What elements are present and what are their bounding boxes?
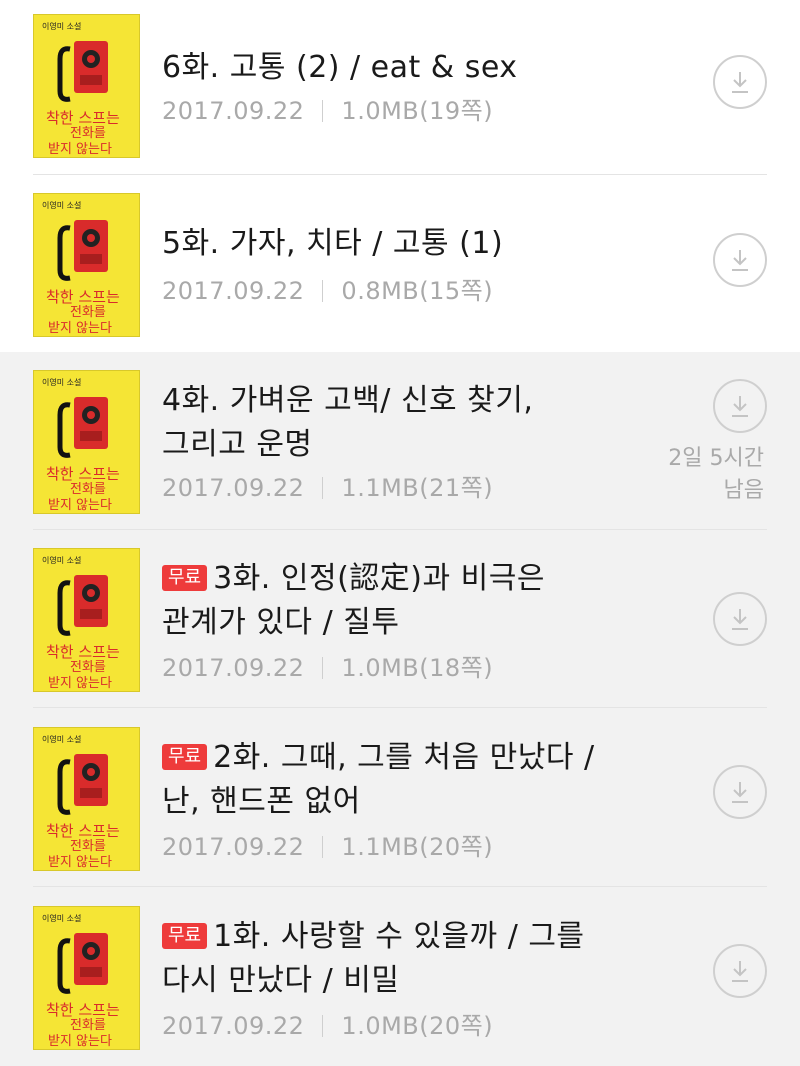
episode-title-text: 관계가 있다 / 질투 [162, 605, 400, 640]
cover-title: 전화를 [70, 1018, 106, 1033]
free-badge: 무료 [162, 565, 208, 591]
episode-meta: 2017.09.22 1.1MB(21쪽) [162, 473, 493, 503]
cover-title: 전화를 [70, 305, 106, 320]
download-button[interactable] [713, 379, 767, 433]
cover-thumbnail: 이영미 소설 착한 스프는 전화를 받지 않는다 [33, 14, 140, 158]
cover-author: 이영미 소설 [42, 734, 81, 744]
download-icon [732, 961, 748, 982]
cover-title: 전화를 [70, 482, 106, 497]
divider [322, 1015, 324, 1037]
episode-list: 이영미 소설 착한 스프는 전화를 받지 않는다 6화. 고통 (2) / ea… [0, 0, 800, 1066]
cover-title: 착한 스프는 [46, 109, 120, 127]
divider [322, 280, 324, 302]
episode-date: 2017.09.22 [162, 833, 305, 861]
cover-thumbnail: 이영미 소설 착한 스프는 전화를 받지 않는다 [33, 370, 140, 514]
episode-meta: 2017.09.22 1.0MB(19쪽) [162, 96, 493, 126]
download-button[interactable] [713, 592, 767, 646]
episode-size: 0.8MB(15쪽) [341, 277, 494, 305]
cover-author: 이영미 소설 [42, 377, 81, 387]
time-remaining: 2일 5시간 남음 [644, 443, 764, 507]
episode-title-text: 4화. 가벼운 고백/ 신호 찾기, [162, 383, 534, 418]
episode-title-text: 그리고 운명 [162, 427, 313, 462]
episode-title: 4화. 가벼운 고백/ 신호 찾기, 그리고 운명 [162, 379, 632, 467]
episode-title-text: 1화. 사랑할 수 있을까 / 그를 [213, 919, 585, 954]
episode-row[interactable]: 이영미 소설 착한 스프는 전화를 받지 않는다 무료 2화. 그때, 그를 처음… [0, 708, 800, 887]
episode-title-text: 5화. 가자, 치타 / 고통 (1) [162, 226, 504, 261]
episode-title: 무료 2화. 그때, 그를 처음 만났다 / 난, 핸드폰 없어 [162, 736, 632, 824]
cover-thumbnail: 이영미 소설 착한 스프는 전화를 받지 않는다 [33, 906, 140, 1050]
divider [322, 836, 324, 858]
cover-thumbnail: 이영미 소설 착한 스프는 전화를 받지 않는다 [33, 193, 140, 337]
episode-date: 2017.09.22 [162, 1012, 305, 1040]
cover-title: 전화를 [70, 839, 106, 854]
cover-title: 받지 않는다 [48, 676, 112, 691]
cover-thumbnail: 이영미 소설 착한 스프는 전화를 받지 않는다 [33, 727, 140, 871]
cover-title: 전화를 [70, 126, 106, 141]
episode-row[interactable]: 이영미 소설 착한 스프는 전화를 받지 않는다 6화. 고통 (2) / ea… [0, 0, 800, 175]
download-icon [732, 396, 748, 417]
episode-row[interactable]: 이영미 소설 착한 스프는 전화를 받지 않는다 5화. 가자, 치타 / 고통… [0, 175, 800, 352]
cover-author: 이영미 소설 [42, 21, 81, 31]
episode-title-text: 3화. 인정(認定)과 비극은 [213, 561, 545, 596]
episode-row[interactable]: 이영미 소설 착한 스프는 전화를 받지 않는다 무료 1화. 사랑할 수 있을까… [0, 887, 800, 1066]
cover-title: 받지 않는다 [48, 142, 112, 157]
cover-title: 받지 않는다 [48, 498, 112, 513]
cover-title: 받지 않는다 [48, 855, 112, 870]
episode-title: 무료 1화. 사랑할 수 있을까 / 그를 다시 만났다 / 비밀 [162, 915, 632, 1003]
episode-meta: 2017.09.22 1.0MB(18쪽) [162, 653, 493, 683]
time-remaining-text: 2일 5시간 [668, 446, 764, 471]
episode-row[interactable]: 이영미 소설 착한 스프는 전화를 받지 않는다 무료 3화. 인정(認定)과 비… [0, 530, 800, 708]
episode-row[interactable]: 이영미 소설 착한 스프는 전화를 받지 않는다 4화. 가벼운 고백/ 신호 … [0, 352, 800, 530]
free-badge: 무료 [162, 923, 208, 949]
episode-date: 2017.09.22 [162, 277, 305, 305]
time-remaining-text: 남음 [723, 478, 764, 503]
episode-title-text: 2화. 그때, 그를 처음 만났다 / [213, 740, 595, 775]
divider [322, 657, 324, 679]
episode-title-text: 난, 핸드폰 없어 [162, 784, 361, 819]
cover-thumbnail: 이영미 소설 착한 스프는 전화를 받지 않는다 [33, 548, 140, 692]
cover-author: 이영미 소설 [42, 555, 81, 565]
download-button[interactable] [713, 55, 767, 109]
cover-title: 받지 않는다 [48, 321, 112, 336]
episode-title: 5화. 가자, 치타 / 고통 (1) [162, 222, 632, 266]
cover-title: 받지 않는다 [48, 1034, 112, 1049]
cover-title: 전화를 [70, 660, 106, 675]
cover-title: 착한 스프는 [46, 288, 120, 306]
download-button[interactable] [713, 944, 767, 998]
cover-title: 착한 스프는 [46, 643, 120, 661]
divider [322, 477, 324, 499]
episode-size: 1.0MB(19쪽) [341, 97, 494, 125]
episode-size: 1.1MB(21쪽) [341, 474, 494, 502]
episode-title-text: 6화. 고통 (2) / eat & sex [162, 50, 518, 85]
download-icon [732, 609, 748, 630]
episode-size: 1.0MB(20쪽) [341, 1012, 494, 1040]
download-button[interactable] [713, 233, 767, 287]
download-button[interactable] [713, 765, 767, 819]
episode-date: 2017.09.22 [162, 97, 305, 125]
episode-size: 1.1MB(20쪽) [341, 833, 494, 861]
episode-meta: 2017.09.22 1.1MB(20쪽) [162, 832, 493, 862]
episode-meta: 2017.09.22 1.0MB(20쪽) [162, 1011, 493, 1041]
download-icon [732, 250, 748, 271]
episode-title: 무료 3화. 인정(認定)과 비극은 관계가 있다 / 질투 [162, 557, 632, 645]
cover-title: 착한 스프는 [46, 465, 120, 483]
cover-title: 착한 스프는 [46, 822, 120, 840]
cover-title: 착한 스프는 [46, 1001, 120, 1019]
episode-size: 1.0MB(18쪽) [341, 654, 494, 682]
episode-date: 2017.09.22 [162, 654, 305, 682]
episode-title-text: 다시 만났다 / 비밀 [162, 963, 400, 998]
episode-title: 6화. 고통 (2) / eat & sex [162, 46, 632, 90]
cover-author: 이영미 소설 [42, 200, 81, 210]
free-badge: 무료 [162, 744, 208, 770]
episode-meta: 2017.09.22 0.8MB(15쪽) [162, 276, 493, 306]
cover-author: 이영미 소설 [42, 913, 81, 923]
download-icon [732, 72, 748, 93]
episode-date: 2017.09.22 [162, 474, 305, 502]
divider [322, 100, 324, 122]
download-icon [732, 782, 748, 803]
